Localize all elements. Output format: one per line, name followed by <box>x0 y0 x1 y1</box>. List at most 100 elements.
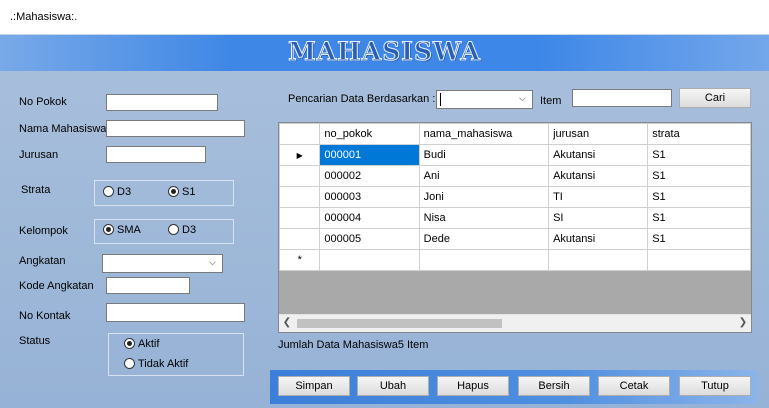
grid-cell[interactable]: S1 <box>647 228 751 250</box>
grid-cell[interactable]: Akutansi <box>548 144 649 166</box>
radio-checked-icon <box>168 185 179 197</box>
new-row-icon: * <box>279 249 321 271</box>
strata-option-label: D3 <box>117 186 132 198</box>
table-row[interactable]: 000003 Joni TI S1 <box>279 186 751 208</box>
ubah-button[interactable]: Ubah <box>357 376 429 396</box>
hapus-button[interactable]: Hapus <box>437 376 509 396</box>
angkatan-select[interactable]: ⌵ <box>102 254 223 273</box>
jurusan-field[interactable] <box>106 146 206 163</box>
radio-unchecked-icon <box>103 185 114 197</box>
column-header[interactable]: no_pokok <box>319 123 420 145</box>
search-label: Pencarian Data Berdasarkan : <box>288 93 436 105</box>
row-header[interactable] <box>279 165 321 187</box>
status-option-label: Tidak Aktif <box>138 358 189 370</box>
grid-cell[interactable]: Ani <box>418 165 550 187</box>
nama-mahasiswa-field[interactable] <box>106 120 245 137</box>
jurusan-label: Jurusan <box>19 149 59 161</box>
grid-cell[interactable]: 000003 <box>319 186 420 208</box>
horizontal-scrollbar[interactable]: ❮ ❯ <box>279 314 751 332</box>
kelompok-sma-radio[interactable]: SMA <box>103 223 141 236</box>
grid-cell[interactable] <box>319 249 420 271</box>
text-cursor <box>440 93 441 106</box>
item-label: Item <box>540 95 562 107</box>
window-titlebar: .:Mahasiswa:. <box>0 0 769 35</box>
row-header[interactable] <box>279 186 321 208</box>
table-row[interactable]: 000004 Nisa SI S1 <box>279 207 751 229</box>
grid-cell[interactable] <box>418 249 550 271</box>
grid-cell[interactable]: 000004 <box>319 207 420 229</box>
grid-cell[interactable]: 000002 <box>319 165 420 187</box>
status-option-label: Aktif <box>138 338 160 350</box>
strata-label: Strata <box>21 184 51 196</box>
grid-cell[interactable] <box>548 249 649 271</box>
strata-s1-radio[interactable]: S1 <box>168 185 195 198</box>
cetak-button[interactable]: Cetak <box>598 376 670 396</box>
strata-d3-radio[interactable]: D3 <box>103 185 132 198</box>
search-item-input[interactable] <box>572 89 672 107</box>
grid-cell[interactable]: SI <box>548 207 649 229</box>
grid-cell[interactable]: Joni <box>418 186 550 208</box>
table-row[interactable]: 000002 Ani Akutansi S1 <box>279 165 751 187</box>
grid-cell[interactable]: S1 <box>647 144 751 166</box>
kode-angkatan-label: Kode Angkatan <box>19 280 94 292</box>
simpan-button[interactable]: Simpan <box>278 376 350 396</box>
table-row[interactable]: 000005 Dede Akutansi S1 <box>279 228 751 250</box>
row-header[interactable] <box>279 228 321 250</box>
new-row[interactable]: * <box>279 249 751 271</box>
cari-button[interactable]: Cari <box>679 88 751 108</box>
grid-cell[interactable]: Budi <box>418 144 550 166</box>
search-field-select[interactable]: ⌵ <box>436 90 533 109</box>
grid-cell[interactable]: S1 <box>647 207 751 229</box>
grid-cell[interactable] <box>647 249 751 271</box>
column-header[interactable]: jurusan <box>548 123 649 145</box>
status-aktif-radio[interactable]: Aktif <box>124 337 160 350</box>
grid-header-row: no_pokok nama_mahasiswa jurusan strata <box>279 123 751 145</box>
kelompok-label: Kelompok <box>19 225 68 237</box>
status-tidak-aktif-radio[interactable]: Tidak Aktif <box>124 357 189 370</box>
nama-mahasiswa-label: Nama Mahasiswa <box>19 123 107 135</box>
grid-cell[interactable]: S1 <box>647 165 751 187</box>
radio-unchecked-icon <box>124 357 135 369</box>
angkatan-label: Angkatan <box>19 255 66 267</box>
chevron-down-icon: ⌵ <box>209 257 216 267</box>
no-kontak-field[interactable] <box>106 303 245 322</box>
scrollbar-thumb[interactable] <box>297 319 502 328</box>
grid-cell[interactable]: Akutansi <box>548 165 649 187</box>
no-pokok-label: No Pokok <box>19 96 67 108</box>
banner: MAHASISWA <box>0 35 769 71</box>
chevron-left-icon[interactable]: ❮ <box>280 316 294 330</box>
grid-cell[interactable]: S1 <box>647 186 751 208</box>
kelompok-option-label: SMA <box>117 224 141 236</box>
no-pokok-field[interactable] <box>106 94 218 111</box>
grid-cell[interactable]: 000005 <box>319 228 420 250</box>
grid-cell[interactable]: Nisa <box>418 207 550 229</box>
mahasiswa-grid[interactable]: no_pokok nama_mahasiswa jurusan strata ▶… <box>278 122 752 333</box>
current-row-icon: ▶ <box>279 144 321 166</box>
radio-checked-icon <box>103 223 114 235</box>
column-header[interactable]: nama_mahasiswa <box>418 123 550 145</box>
banner-title: MAHASISWA <box>288 37 481 67</box>
kelompok-group: SMA D3 <box>94 219 234 244</box>
status-group: Aktif Tidak Aktif <box>108 333 244 376</box>
radio-unchecked-icon <box>168 223 179 235</box>
grid-table: no_pokok nama_mahasiswa jurusan strata ▶… <box>279 123 751 271</box>
strata-group: D3 S1 <box>94 180 234 206</box>
kelompok-option-label: D3 <box>182 224 197 236</box>
tutup-button[interactable]: Tutup <box>679 376 751 396</box>
kode-angkatan-field[interactable] <box>106 277 190 294</box>
grid-cell[interactable]: TI <box>548 186 649 208</box>
row-header-corner <box>279 123 321 145</box>
column-header[interactable]: strata <box>647 123 751 145</box>
no-kontak-label: No Kontak <box>19 310 71 322</box>
chevron-right-icon[interactable]: ❯ <box>736 316 750 330</box>
grid-cell[interactable]: 000001 <box>319 144 420 166</box>
grid-cell[interactable]: Dede <box>418 228 550 250</box>
kelompok-d3-radio[interactable]: D3 <box>168 223 197 236</box>
bersih-button[interactable]: Bersih <box>518 376 590 396</box>
status-label: Status <box>19 335 51 347</box>
table-row[interactable]: ▶ 000001 Budi Akutansi S1 <box>279 144 751 166</box>
grid-cell[interactable]: Akutansi <box>548 228 649 250</box>
window-title: .:Mahasiswa:. <box>10 11 78 23</box>
radio-checked-icon <box>124 337 135 349</box>
row-header[interactable] <box>279 207 321 229</box>
